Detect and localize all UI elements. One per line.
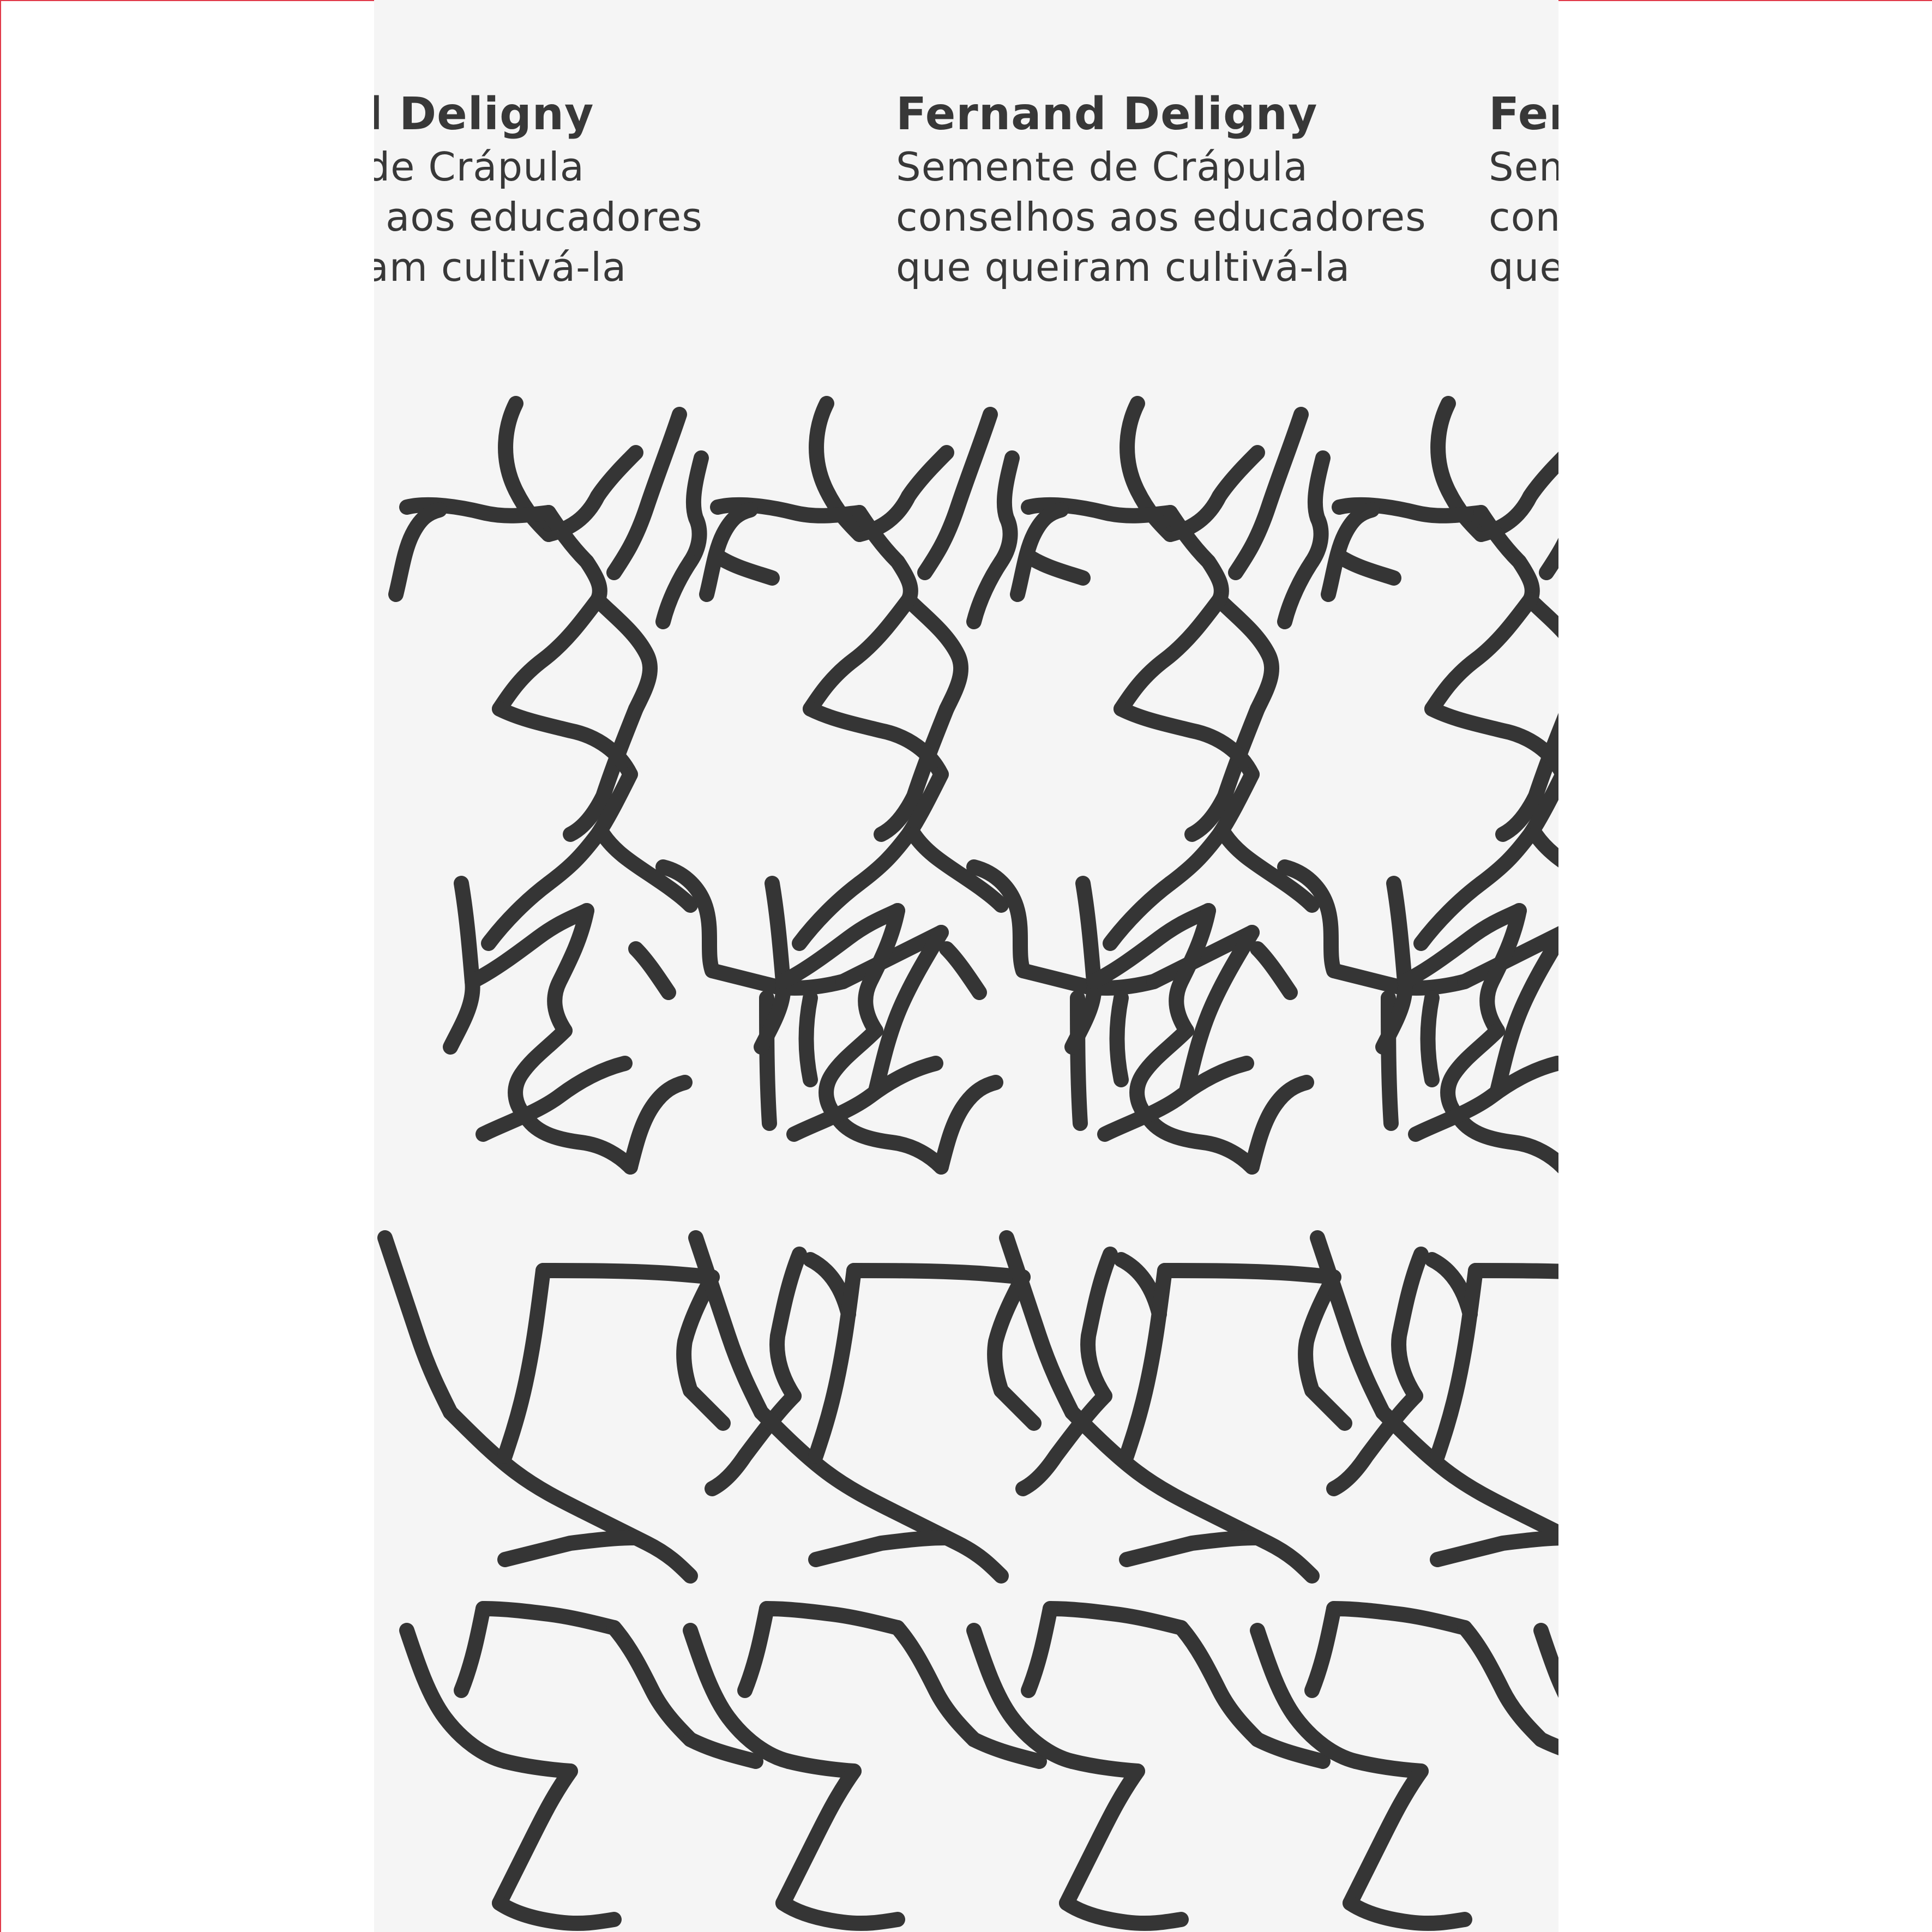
author-name: Fernand Deligny <box>1489 88 1558 140</box>
title-line-1: Semente de Crápula <box>896 144 1308 190</box>
book-cover: Fernand Deligny Semente de Crápula conse… <box>374 0 1558 1932</box>
pattern-glyph <box>1018 404 1394 943</box>
pattern-glyph <box>696 1238 1159 1576</box>
title-block-center: Fernand Deligny Semente de Crápula conse… <box>896 87 1427 292</box>
title-line-3: que queiram cultivá-la <box>1489 244 1558 290</box>
pattern-glyph <box>1328 404 1558 943</box>
title-line-1: Semente de Crápula <box>374 144 585 190</box>
pattern-glyph <box>385 1238 848 1576</box>
pattern-glyph <box>1541 1609 1558 1923</box>
title-line-3: que queiram cultivá-la <box>896 244 1351 290</box>
title-block-left: Fernand Deligny Semente de Crápula conse… <box>374 87 703 292</box>
title-line-1: Semente de Crápula <box>1489 144 1558 190</box>
pattern-glyph <box>707 404 1083 943</box>
title-line-2: conselhos aos educadores <box>896 194 1427 240</box>
line-drawing-pattern <box>374 382 1558 1932</box>
pattern-row-4 <box>407 1609 1558 1923</box>
author-name: Fernand Deligny <box>374 88 594 140</box>
author-name: Fernand Deligny <box>896 88 1318 140</box>
title-line-2: conselhos aos educadores <box>1489 194 1558 240</box>
pattern-glyph <box>396 404 772 943</box>
title-block-right: Fernand Deligny Semente de Crápula conse… <box>1489 87 1558 292</box>
pattern-glyph <box>1383 867 1558 1167</box>
pattern-row-3 <box>385 1238 1558 1576</box>
title-line-2: conselhos aos educadores <box>374 194 703 240</box>
pattern-glyph <box>1257 1609 1558 1923</box>
pattern-glyph <box>1317 1238 1558 1576</box>
title-line-3: que queiram cultivá-la <box>374 244 627 290</box>
pattern-glyph <box>1007 1238 1470 1576</box>
